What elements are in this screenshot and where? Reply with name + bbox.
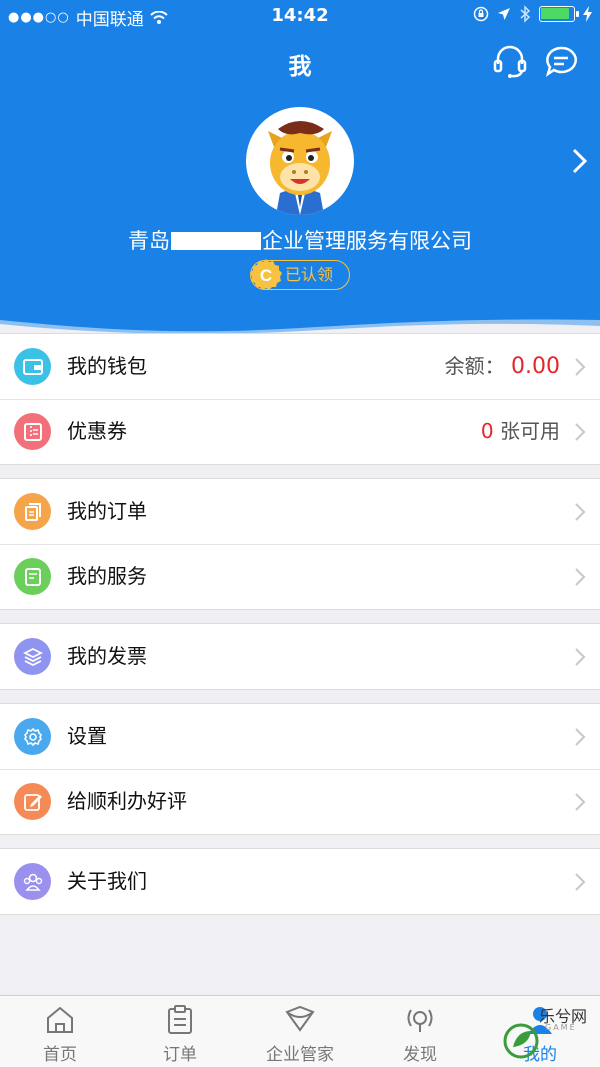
status-right: [473, 5, 592, 23]
broadcast-icon: [407, 1009, 433, 1032]
tab-orders[interactable]: 订单: [120, 996, 240, 1067]
layers-icon: [14, 638, 51, 675]
location-icon: [498, 8, 510, 20]
coupon-row[interactable]: 优惠券 0 张可用: [0, 399, 600, 464]
tab-discover-label: 发现: [403, 1045, 437, 1065]
watermark-leaf-icon: [503, 1023, 539, 1059]
chevron-right-icon: [575, 873, 586, 891]
claimed-badge: C 已认领: [250, 259, 350, 290]
badge-text: 已认领: [285, 265, 334, 284]
invoice-label: 我的发票: [67, 644, 147, 668]
certified-badge-icon: C: [250, 259, 282, 290]
message-icon[interactable]: [543, 44, 579, 80]
watermark-logo: 乐兮网 GAME: [503, 1003, 595, 1063]
chevron-right-icon: [575, 648, 586, 666]
home-icon: [47, 1006, 73, 1033]
tab-home[interactable]: 首页: [0, 996, 120, 1067]
chevron-right-icon: [575, 358, 586, 376]
invoice-row[interactable]: 我的发票: [0, 624, 600, 689]
chevron-right-icon: [575, 793, 586, 811]
wallet-icon: [14, 348, 51, 385]
tab-home-label: 首页: [43, 1045, 77, 1065]
tab-enterprise-label: 企业管家: [266, 1045, 334, 1065]
profile-header: ●●●○○ 中国联通 14:42 我 青岛 企业管理服务有限公司 C 已认领: [0, 0, 600, 335]
gear-icon: [14, 718, 51, 755]
wallet-label: 我的钱包: [67, 354, 147, 378]
coupon-count: 0: [480, 419, 494, 443]
profile-chevron-right-icon[interactable]: [566, 146, 594, 176]
review-label: 给顺利办好评: [67, 789, 187, 813]
charging-icon: [583, 6, 592, 22]
tab-enterprise[interactable]: 企业管家: [240, 996, 360, 1067]
diamond-icon: [285, 1005, 315, 1032]
clipboard-icon: [168, 1005, 192, 1034]
about-group: 关于我们: [0, 848, 600, 915]
chevron-right-icon: [575, 423, 586, 441]
customer-service-icon[interactable]: [492, 44, 528, 80]
bluetooth-icon: [520, 5, 531, 23]
order-icon: [14, 493, 51, 530]
company-name: 青岛 企业管理服务有限公司: [0, 225, 600, 255]
services-row[interactable]: 我的服务: [0, 544, 600, 609]
coupon-icon: [14, 413, 51, 450]
wallet-row[interactable]: 我的钱包 余额： 0.00: [0, 334, 600, 399]
coupon-availability: 0 张可用: [481, 399, 560, 464]
battery-fill: [541, 8, 569, 19]
chevron-right-icon: [575, 568, 586, 586]
status-bar: ●●●○○ 中国联通 14:42: [0, 0, 600, 30]
service-icon: [14, 558, 51, 595]
redacted-block: [171, 232, 261, 250]
badge-letter: C: [260, 266, 272, 285]
review-row[interactable]: 给顺利办好评: [0, 769, 600, 834]
coupon-label: 优惠券: [67, 419, 127, 443]
about-row[interactable]: 关于我们: [0, 849, 600, 914]
wallet-balance: 余额： 0.00: [445, 334, 560, 399]
watermark-sub: GAME: [545, 1023, 577, 1032]
horse-mascot-icon: [268, 121, 332, 215]
orders-row[interactable]: 我的订单: [0, 479, 600, 544]
tab-discover[interactable]: 发现: [360, 996, 480, 1067]
orders-group: 我的订单 我的服务: [0, 478, 600, 610]
chevron-right-icon: [575, 503, 586, 521]
coupon-count-suffix: 张可用: [500, 419, 560, 443]
invoice-group: 我的发票: [0, 623, 600, 690]
header-wave: [0, 319, 600, 335]
balance-label: 余额：: [444, 354, 505, 378]
wallet-group: 我的钱包 余额： 0.00 优惠券 0 张可用: [0, 333, 600, 465]
settings-label: 设置: [67, 724, 107, 748]
settings-group: 设置 给顺利办好评: [0, 703, 600, 835]
tab-orders-label: 订单: [163, 1045, 197, 1065]
edit-icon: [14, 783, 51, 820]
orders-label: 我的订单: [67, 499, 147, 523]
company-name-suffix: 企业管理服务有限公司: [262, 229, 472, 253]
avatar[interactable]: [246, 107, 354, 215]
settings-row[interactable]: 设置: [0, 704, 600, 769]
rotation-lock-icon: [473, 6, 489, 22]
about-label: 关于我们: [67, 869, 147, 893]
services-label: 我的服务: [67, 564, 147, 588]
battery-icon: [539, 6, 579, 22]
chevron-right-icon: [575, 728, 586, 746]
company-name-prefix: 青岛: [128, 229, 170, 253]
balance-value: 0.00: [511, 354, 560, 379]
people-icon: [14, 863, 51, 900]
